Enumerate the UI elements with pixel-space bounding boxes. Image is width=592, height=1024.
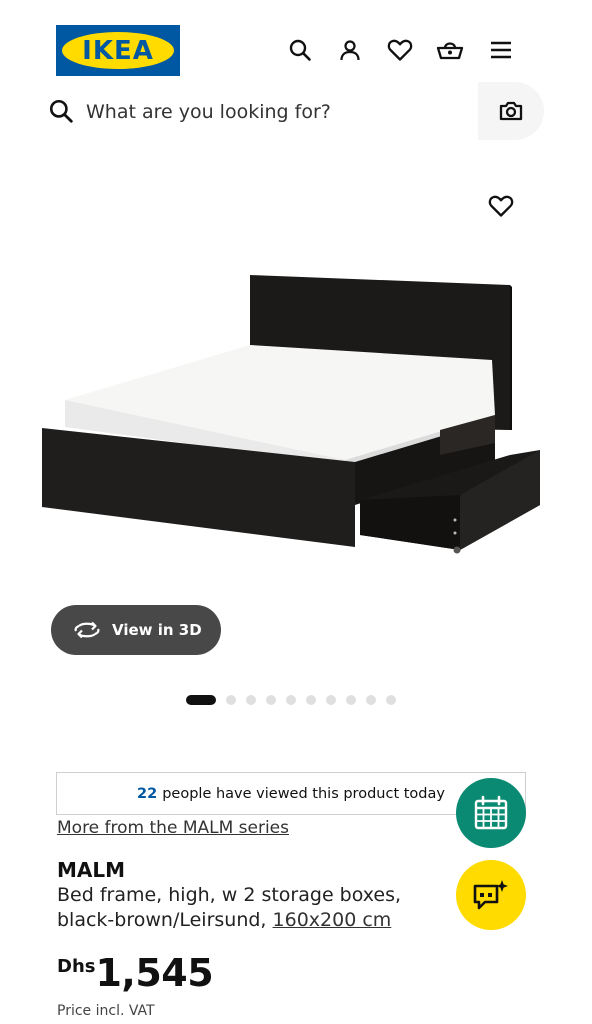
viewed-count: 22: [137, 785, 158, 802]
search-input[interactable]: [86, 96, 466, 128]
carousel-dots: [186, 694, 396, 706]
product-favourite-icon[interactable]: [486, 191, 516, 221]
product-description: Bed frame, high, w 2 storage boxes, blac…: [57, 883, 457, 933]
chat-assistant-button[interactable]: [456, 860, 526, 930]
carousel-dot[interactable]: [346, 695, 356, 705]
logo-text: IKEA: [82, 35, 154, 66]
product-price: Dhs 1,545: [57, 951, 214, 995]
carousel-dot[interactable]: [286, 695, 296, 705]
menu-icon[interactable]: [487, 36, 515, 64]
price-note: Price incl. VAT: [57, 1003, 155, 1019]
planner-button[interactable]: [456, 778, 526, 848]
product-name: MALM: [57, 858, 126, 882]
carousel-dot[interactable]: [186, 695, 216, 705]
camera-search-button[interactable]: [478, 82, 544, 140]
carousel-dot[interactable]: [306, 695, 316, 705]
camera-icon: [499, 101, 523, 121]
search-icon[interactable]: [286, 36, 314, 64]
product-image: [42, 275, 540, 554]
view-in-3d-label: View in 3D: [112, 621, 202, 639]
chat-sparkle-icon: [473, 880, 508, 910]
carousel-dot[interactable]: [266, 695, 276, 705]
carousel-dot[interactable]: [366, 695, 376, 705]
series-link[interactable]: More from the MALM series: [57, 818, 289, 838]
carousel-dot[interactable]: [326, 695, 336, 705]
search-field-icon: [48, 98, 76, 126]
price-currency: Dhs: [57, 956, 96, 977]
carousel-dot[interactable]: [246, 695, 256, 705]
rotate-3d-icon: [74, 621, 100, 639]
price-amount: 1,545: [95, 951, 214, 995]
size-link[interactable]: 160x200 cm: [273, 909, 392, 931]
view-in-3d-button[interactable]: View in 3D: [51, 605, 221, 655]
ikea-logo[interactable]: IKEA: [56, 25, 180, 76]
carousel-dot[interactable]: [386, 695, 396, 705]
calendar-icon: [474, 795, 508, 830]
carousel-dot[interactable]: [226, 695, 236, 705]
heart-icon[interactable]: [386, 36, 414, 64]
user-icon[interactable]: [336, 36, 364, 64]
viewed-text: people have viewed this product today: [162, 785, 445, 802]
basket-icon[interactable]: [436, 36, 464, 64]
